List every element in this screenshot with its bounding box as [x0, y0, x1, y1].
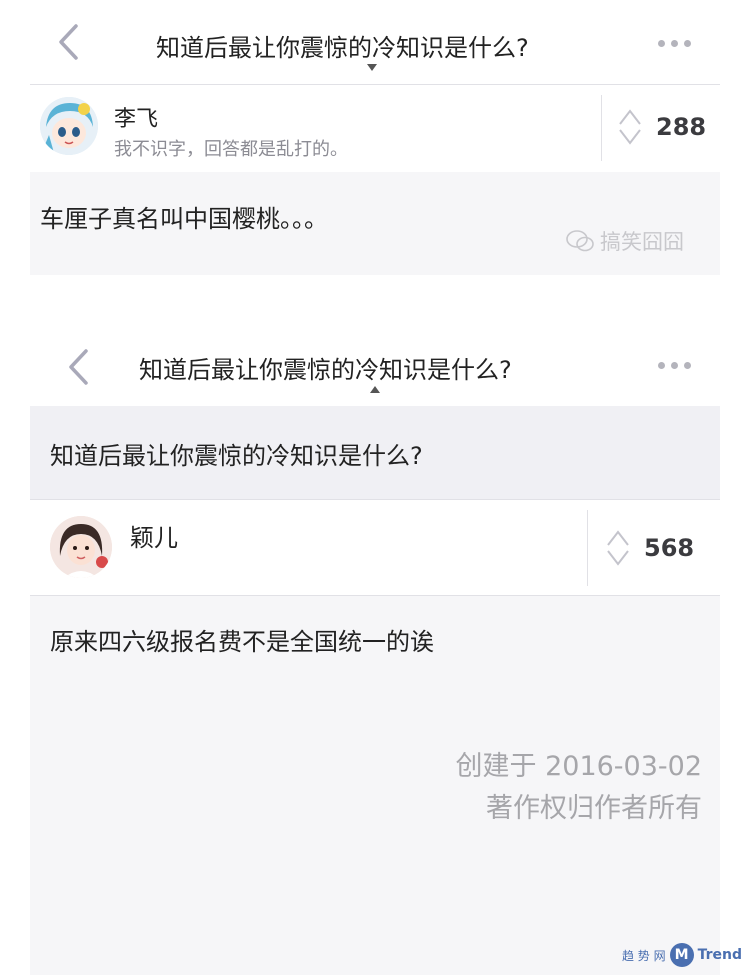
vote-arrows-icon	[607, 530, 629, 566]
answer-screen-2: 知道后最让你震惊的冷知识是什么? 知道后最让你震惊的冷知识是什么? 颖儿 568	[30, 322, 720, 975]
brand-logo-icon: M	[669, 943, 694, 967]
nav-title[interactable]: 知道后最让你震惊的冷知识是什么?	[156, 28, 529, 63]
copyright-notice: 著作权归作者所有	[486, 793, 702, 824]
divider	[601, 95, 602, 161]
more-dots-icon[interactable]	[658, 40, 691, 47]
answer-meta: 创建于 2016-03-02 著作权归作者所有	[456, 746, 703, 830]
divider	[587, 510, 588, 586]
vote-button[interactable]: 568	[606, 528, 694, 568]
brand-name: Trend	[697, 947, 742, 963]
back-chevron-icon[interactable]	[58, 342, 98, 392]
author-row: 颖儿 568	[30, 500, 720, 595]
vote-count: 288	[656, 113, 707, 141]
wechat-icon	[566, 230, 594, 252]
author-name[interactable]: 颖儿	[130, 518, 178, 553]
more-dots-icon[interactable]	[658, 362, 691, 369]
nav-bar: 知道后最让你震惊的冷知识是什么?	[30, 0, 720, 84]
answer-text: 车厘子真名叫中国樱桃。。。	[40, 205, 328, 233]
answer-text: 原来四六级报名费不是全国统一的诶	[50, 628, 434, 656]
watermark-text: 搞笑囧囧	[600, 230, 684, 254]
brand-cn: 趋 势 网	[621, 948, 666, 963]
vote-count: 568	[644, 534, 695, 562]
nav-bar: 知道后最让你震惊的冷知识是什么?	[30, 322, 720, 406]
author-name[interactable]: 李飞	[114, 101, 158, 133]
avatar[interactable]	[40, 97, 98, 155]
nav-title[interactable]: 知道后最让你震惊的冷知识是什么?	[139, 350, 512, 385]
created-date: 创建于 2016-03-02	[455, 751, 703, 782]
vote-arrows-icon	[619, 109, 641, 145]
avatar[interactable]	[50, 516, 112, 578]
answer-screen-1: 知道后最让你震惊的冷知识是什么? 李飞 我不识字，回答都是乱打的。 288 车厘…	[30, 0, 720, 275]
site-watermark: 趋 势 网 M Trend	[622, 943, 742, 967]
back-chevron-icon[interactable]	[48, 17, 88, 67]
caret-down-icon[interactable]	[367, 64, 377, 71]
watermark: 搞笑囧囧	[566, 226, 684, 256]
vote-button[interactable]: 288	[618, 107, 706, 147]
question-title-bar[interactable]: 知道后最让你震惊的冷知识是什么?	[30, 406, 720, 499]
author-bio: 我不识字，回答都是乱打的。	[114, 139, 348, 160]
caret-up-icon[interactable]	[370, 386, 380, 393]
author-row: 李飞 我不识字，回答都是乱打的。 288	[30, 85, 720, 172]
